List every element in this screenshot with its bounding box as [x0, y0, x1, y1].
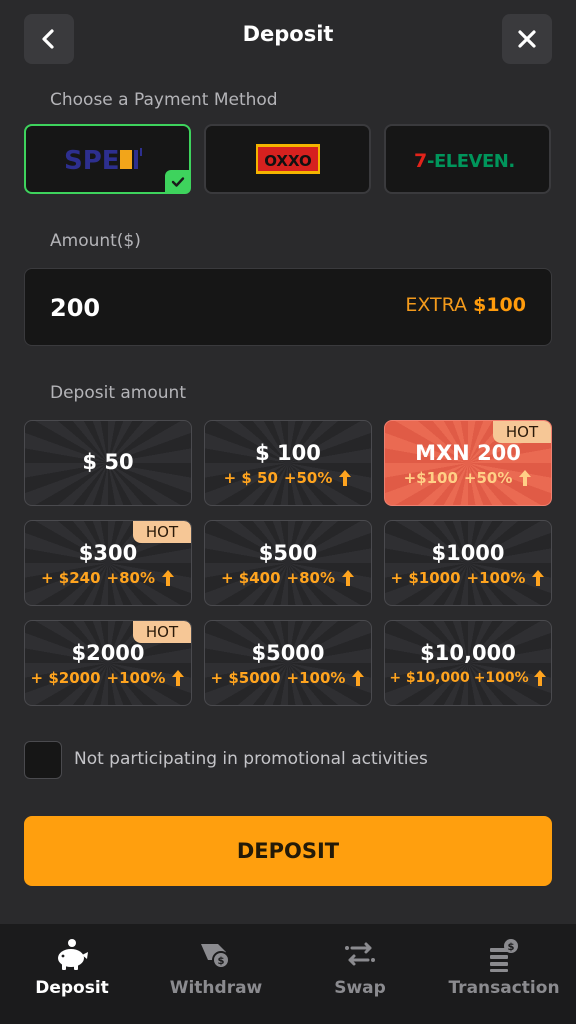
bonus-percent: +100% [106, 669, 166, 687]
bonus-percent: +50% [283, 469, 333, 487]
option-amount: $300 [78, 541, 138, 565]
oxxo-logo: OXXO [255, 144, 320, 174]
bonus-percent: +100% [473, 670, 529, 686]
nav-label: Swap [334, 978, 386, 998]
bonus-value: + $5000 [210, 669, 281, 687]
selected-check-icon [165, 170, 191, 194]
bonus-percent: +80% [106, 569, 156, 587]
nav-label: Transaction [448, 978, 560, 998]
hot-badge: HOT [133, 521, 191, 543]
amount-option-50[interactable]: $ 50 [24, 420, 192, 506]
swap-icon [345, 942, 375, 966]
arrow-up-icon [339, 470, 352, 486]
arrow-up-icon [352, 670, 365, 686]
bonus-value: +$100 [403, 469, 458, 487]
nav-item-withdraw[interactable]: $ Withdraw [144, 924, 288, 1024]
option-bonus: + $400 +80% [205, 569, 371, 587]
bonus-value: + $10,000 [389, 670, 470, 686]
bonus-percent: +50% [463, 469, 513, 487]
payment-method-spei[interactable]: SPE [24, 124, 191, 194]
seven-eleven-logo: 7 -ELEVEN. [414, 150, 515, 172]
header: Deposit [0, 0, 576, 76]
bonus-value: + $ 50 [223, 469, 278, 487]
close-icon [518, 30, 536, 48]
option-amount: $10,000 [420, 641, 516, 665]
svg-text:OXXO: OXXO [264, 152, 312, 170]
bonus-value: + $2000 [30, 669, 101, 687]
option-amount: $1000 [431, 541, 505, 565]
payment-method-label: Choose a Payment Method [50, 90, 278, 110]
arrow-up-icon [172, 670, 185, 686]
nav-item-swap[interactable]: Swap [288, 924, 432, 1024]
nav-item-deposit[interactable]: Deposit [0, 924, 144, 1024]
spei-logo: SPE [64, 146, 142, 176]
amount-option-1000[interactable]: $1000 + $1000 +100% [384, 520, 552, 606]
svg-text:$: $ [218, 956, 225, 967]
bonus-value: + $1000 [390, 569, 461, 587]
nav-label: Withdraw [169, 978, 263, 998]
amount-option-2000[interactable]: HOT $2000 + $2000 +100% [24, 620, 192, 706]
arrow-up-icon [532, 570, 545, 586]
nav-label: Deposit [35, 978, 109, 998]
nav-item-transaction[interactable]: $ Transaction [432, 924, 576, 1024]
payment-method-oxxo[interactable]: OXXO [204, 124, 371, 194]
transaction-icon: $ [490, 939, 518, 972]
option-bonus: + $240 +80% [25, 569, 191, 587]
amount-option-300[interactable]: HOT $300 + $240 +80% [24, 520, 192, 606]
arrow-up-icon [519, 470, 532, 486]
option-bonus: + $5000 +100% [205, 669, 371, 687]
deposit-button[interactable]: DEPOSIT [24, 816, 552, 886]
amount-option-10000[interactable]: $10,000 + $10,000 +100% [384, 620, 552, 706]
bonus-percent: +80% [286, 569, 336, 587]
arrow-up-icon [533, 670, 546, 686]
option-amount: $ 50 [82, 450, 134, 474]
extra-prefix: EXTRA [405, 294, 468, 316]
amount-input[interactable]: 200 EXTRA $100 [24, 268, 552, 346]
page-title: Deposit [242, 22, 334, 46]
svg-text:SPE: SPE [64, 146, 120, 176]
amount-option-5000[interactable]: $5000 + $5000 +100% [204, 620, 372, 706]
amount-option-mxn-200[interactable]: HOT MXN 200 +$100 +50% [384, 420, 552, 506]
hot-badge: HOT [133, 621, 191, 643]
amount-option-100[interactable]: $ 100 + $ 50 +50% [204, 420, 372, 506]
option-amount: $ 100 [255, 441, 321, 465]
option-bonus: +$100 +50% [385, 469, 551, 487]
svg-text:$: $ [508, 942, 515, 953]
svg-text:-ELEVEN.: -ELEVEN. [427, 151, 515, 172]
arrow-up-icon [162, 570, 175, 586]
option-bonus: + $1000 +100% [385, 569, 551, 587]
close-button[interactable] [502, 14, 552, 64]
deposit-amount-label: Deposit amount [50, 383, 186, 403]
svg-text:7: 7 [414, 150, 427, 172]
bottom-nav: Deposit $ Withdraw Swap $ Transaction [0, 924, 576, 1024]
promo-opt-out-label[interactable]: Not participating in promotional activit… [74, 749, 428, 769]
option-amount: MXN 200 [415, 441, 521, 465]
bonus-value: + $400 [220, 569, 281, 587]
option-amount: $5000 [251, 641, 325, 665]
arrow-up-icon [342, 570, 355, 586]
option-bonus: + $ 50 +50% [205, 469, 371, 487]
amount-option-500[interactable]: $500 + $400 +80% [204, 520, 372, 606]
option-amount: $2000 [71, 641, 145, 665]
promo-opt-out-checkbox[interactable] [24, 741, 62, 779]
extra-bonus: EXTRA $100 [405, 294, 526, 316]
payment-method-7eleven[interactable]: 7 -ELEVEN. [384, 124, 551, 194]
extra-value: $100 [473, 294, 526, 316]
option-bonus: + $2000 +100% [25, 669, 191, 687]
piggy-bank-icon [58, 939, 88, 970]
bonus-percent: +100% [466, 569, 526, 587]
option-amount: $500 [258, 541, 318, 565]
amount-label: Amount($) [50, 231, 141, 251]
option-bonus: + $10,000 +100% [385, 669, 551, 687]
bonus-percent: +100% [286, 669, 346, 687]
withdraw-icon: $ [201, 944, 230, 969]
hot-badge: HOT [493, 421, 551, 443]
amount-value[interactable]: 200 [50, 294, 100, 322]
bonus-value: + $240 [40, 569, 101, 587]
